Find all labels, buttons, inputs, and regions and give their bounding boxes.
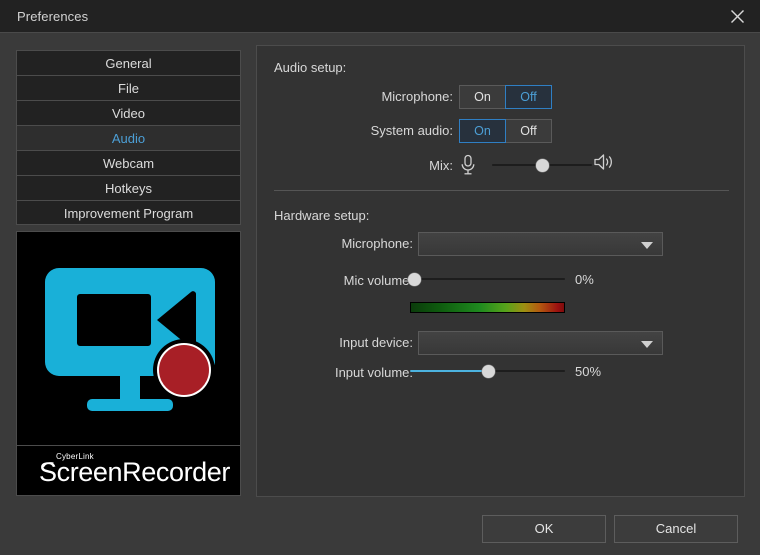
product-wordmark: CyberLink ScreenRecorder (16, 446, 241, 496)
settings-nav-list: General File Video Audio Webcam Hotkeys … (16, 50, 241, 225)
title-bar: Preferences (0, 0, 760, 33)
microphone-device-label: Microphone: (297, 236, 413, 251)
sidebar-item-video[interactable]: Video (16, 100, 241, 125)
mic-volume-thumb[interactable] (408, 273, 421, 286)
input-volume-fill (410, 370, 488, 372)
sidebar-item-general[interactable]: General (16, 50, 241, 75)
mic-volume-slider[interactable] (410, 271, 565, 287)
sidebar-item-webcam[interactable]: Webcam (16, 150, 241, 175)
ok-button[interactable]: OK (482, 515, 606, 543)
mix-label: Mix: (367, 158, 453, 173)
close-icon (730, 9, 745, 24)
close-button[interactable] (714, 0, 760, 33)
system-audio-off-button[interactable]: Off (505, 119, 552, 143)
microphone-off-button[interactable]: Off (505, 85, 552, 109)
system-audio-toggle-label: System audio: (303, 123, 453, 138)
chevron-down-icon (641, 341, 653, 348)
hardware-setup-heading: Hardware setup: (274, 208, 369, 223)
product-name: ScreenRecorder (39, 457, 230, 488)
cancel-button[interactable]: Cancel (614, 515, 738, 543)
window-title: Preferences (17, 9, 88, 24)
input-volume-slider[interactable] (410, 363, 565, 379)
mic-volume-label: Mic volume: (297, 273, 413, 288)
mix-slider-thumb[interactable] (536, 159, 549, 172)
input-volume-value: 50% (575, 364, 601, 379)
screen-recorder-logo-icon (16, 231, 241, 446)
system-audio-toggle-group: On Off (459, 119, 552, 143)
section-divider (274, 190, 729, 191)
input-device-label: Input device: (297, 335, 413, 350)
microphone-toggle-label: Microphone: (303, 89, 453, 104)
input-volume-label: Input volume: (297, 365, 413, 380)
chevron-down-icon (641, 242, 653, 249)
speaker-icon (593, 152, 615, 177)
input-volume-thumb[interactable] (482, 365, 495, 378)
sidebar-item-improvement-program[interactable]: Improvement Program (16, 200, 241, 225)
product-logo: CyberLink ScreenRecorder (16, 231, 241, 496)
mic-volume-value: 0% (575, 272, 594, 287)
audio-setup-heading: Audio setup: (274, 60, 346, 75)
sidebar-item-hotkeys[interactable]: Hotkeys (16, 175, 241, 200)
sidebar-item-audio[interactable]: Audio (16, 125, 241, 150)
microphone-toggle-group: On Off (459, 85, 552, 109)
preferences-dialog: Preferences General File Video Audio Web… (0, 0, 760, 555)
input-device-select[interactable] (418, 331, 663, 355)
audio-settings-panel: Audio setup: Microphone: On Off System a… (256, 45, 745, 497)
microphone-icon (459, 154, 477, 181)
mix-slider[interactable] (492, 157, 592, 173)
microphone-device-select[interactable] (418, 232, 663, 256)
microphone-on-button[interactable]: On (459, 85, 506, 109)
system-audio-on-button[interactable]: On (459, 119, 506, 143)
mic-level-meter (410, 302, 565, 313)
mic-volume-track (410, 278, 565, 280)
sidebar-item-file[interactable]: File (16, 75, 241, 100)
